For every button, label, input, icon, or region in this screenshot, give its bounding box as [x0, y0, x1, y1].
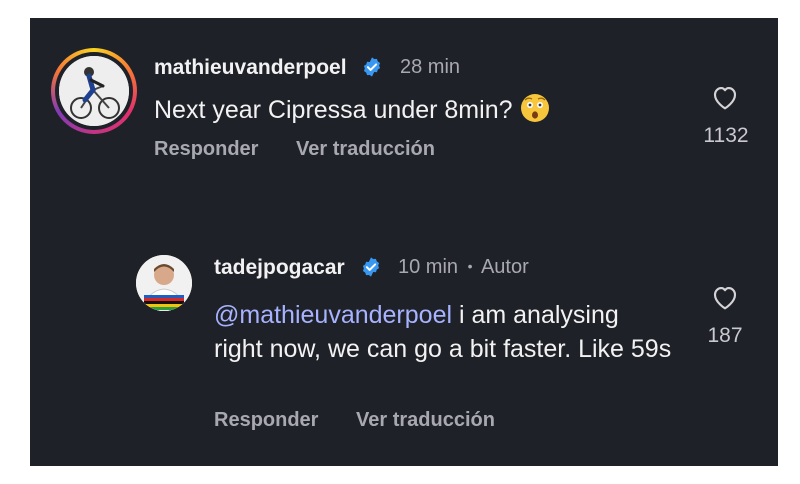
comment-time: 28 min: [400, 56, 461, 78]
heart-icon[interactable]: [708, 281, 742, 313]
comment-text: Next year Cipressa under 8min?: [154, 92, 674, 133]
avatar-mathieuvanderpoel[interactable]: [51, 48, 137, 134]
comments-panel: mathieuvanderpoel 28 min Next year Cipre…: [30, 18, 778, 466]
comment-username[interactable]: tadejpogacar: [214, 256, 345, 280]
translate-button[interactable]: Ver traducción: [296, 138, 435, 161]
cyclist-photo: [59, 56, 129, 126]
mention-link[interactable]: @mathieuvanderpoel: [214, 301, 452, 329]
comment-time: 10 min: [398, 256, 459, 278]
like-count: 1132: [703, 124, 749, 147]
verified-badge-icon: [363, 57, 381, 77]
avatar-tadejpogacar[interactable]: [136, 255, 192, 311]
comment-username[interactable]: mathieuvanderpoel: [154, 56, 347, 80]
heart-icon[interactable]: [708, 81, 742, 113]
like-count: 187: [707, 324, 743, 347]
author-label: Autor: [480, 256, 529, 278]
reply-button[interactable]: Responder: [154, 138, 258, 161]
comment-text: @mathieuvanderpoel i am analysing right …: [214, 301, 672, 363]
meta-separator: •: [467, 258, 473, 274]
comment-meta: 10 min • Autor: [398, 256, 529, 279]
shocked-face-emoji-icon: [519, 92, 551, 133]
reply-button[interactable]: Responder: [214, 409, 318, 432]
verified-badge-icon: [362, 257, 380, 277]
translate-button[interactable]: Ver traducción: [356, 409, 495, 432]
